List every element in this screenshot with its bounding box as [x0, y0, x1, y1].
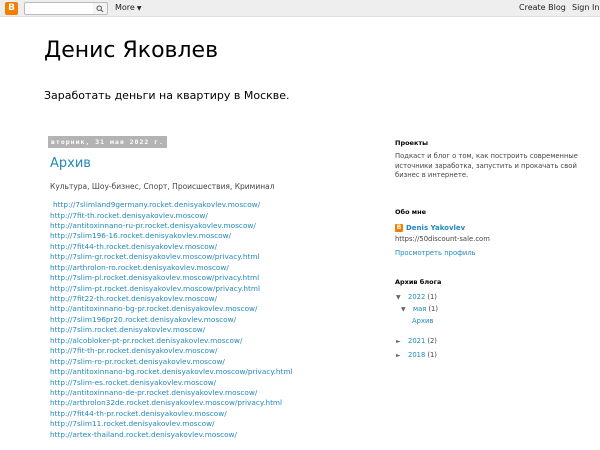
- post-link[interactable]: http://artex-thailand.rocket.denisyakovl…: [50, 430, 380, 440]
- post-link[interactable]: http://7slim11.rocket.denisyakovlev.mosc…: [50, 419, 380, 429]
- navbar-more-label: More: [115, 3, 135, 12]
- post-link[interactable]: http://7slim.rocket.denisyakovlev.moscow…: [50, 325, 380, 335]
- post-link[interactable]: http://7fit44-th-pr.rocket.denisyakovlev…: [50, 409, 380, 419]
- post-link[interactable]: http://7fit44-th.rocket.denisyakovlev.mo…: [50, 242, 380, 252]
- post-link[interactable]: http://7slim-pl.rocket.denisyakovlev.mos…: [50, 273, 380, 283]
- projects-title: Проекты: [395, 139, 429, 147]
- post-link[interactable]: http://antitoxinnano-bg-pr.rocket.denisy…: [50, 304, 380, 314]
- projects-text: Подкаст и блог о том, как построить совр…: [395, 152, 578, 179]
- navbar-search-button[interactable]: [93, 2, 108, 15]
- sign-in-link[interactable]: Sign In: [572, 3, 599, 12]
- navbar-more-menu[interactable]: More ▼: [115, 3, 141, 12]
- archive-year-2022[interactable]: ▼ 2022 (1): [396, 293, 437, 301]
- caret-down-icon: ▼: [136, 5, 142, 12]
- blogger-logo-icon[interactable]: B: [5, 2, 18, 15]
- archive-month-label[interactable]: мая: [413, 305, 426, 313]
- profile-site: https://50discount-sale.com: [395, 235, 490, 243]
- post-date-header: вторник, 31 мая 2022 г.: [48, 136, 168, 148]
- post-link[interactable]: http://7slimland9germany.rocket.denisyak…: [53, 199, 380, 211]
- archive-count: (1): [427, 293, 437, 301]
- about-widget: Обо мне B Denis Yakovlev https://50disco…: [395, 208, 585, 257]
- post-link[interactable]: http://antitoxinnano-bg.rocket.denisyako…: [50, 367, 380, 377]
- view-profile-link[interactable]: Просмотреть профиль: [395, 249, 585, 257]
- post-categories: Культура, Шоу-бизнес, Спорт, Происшестви…: [50, 182, 275, 191]
- post-link[interactable]: http://antitoxinnano-de-pr.rocket.denisy…: [50, 388, 380, 398]
- archive-year-label[interactable]: 2022: [408, 293, 425, 301]
- post-link[interactable]: http://7slim-pt.rocket.denisyakovlev.mos…: [50, 284, 380, 294]
- archive-month-may[interactable]: ▼ мая (1): [401, 305, 438, 313]
- post-title[interactable]: Архив: [50, 156, 91, 171]
- post-link[interactable]: http://arthrolon-ro.rocket.denisyakovlev…: [50, 263, 380, 273]
- post-link[interactable]: http://7slim196-16.rocket.denisyakovlev.…: [50, 231, 380, 241]
- profile-row: B Denis Yakovlev: [395, 224, 585, 232]
- post-link[interactable]: http://alcobloker-pt-pr.rocket.denisyako…: [50, 336, 380, 346]
- blog-description: Заработать деньги на квартиру в Москве.: [44, 89, 290, 102]
- archive-year-label[interactable]: 2021: [408, 337, 425, 345]
- blogger-navbar: B More ▼ Create Blog Sign In: [0, 0, 600, 17]
- post-link[interactable]: http://7slim-ro-pr.rocket.denisyakovlev.…: [50, 357, 380, 367]
- expand-triangle-icon[interactable]: ►: [396, 352, 408, 359]
- projects-widget: Проекты Подкаст и блог о том, как постро…: [395, 139, 585, 181]
- archive-count: (1): [428, 305, 439, 313]
- post-link-list: http://7slimland9germany.rocket.denisyak…: [50, 199, 380, 440]
- post-link[interactable]: http://7fit22-th.rocket.denisyakovlev.mo…: [50, 294, 380, 304]
- blog-title[interactable]: Денис Яковлев: [44, 38, 218, 63]
- archive-year-2021[interactable]: ► 2021 (2): [396, 337, 437, 345]
- about-title: Обо мне: [395, 208, 427, 216]
- search-icon: [96, 5, 104, 13]
- archive-count: (1): [427, 351, 437, 359]
- post-link[interactable]: http://antitoxinnano-ru-pr.rocket.denisy…: [50, 221, 380, 231]
- expand-triangle-icon[interactable]: ►: [396, 338, 408, 345]
- collapse-triangle-icon[interactable]: ▼: [396, 294, 408, 301]
- collapse-triangle-icon[interactable]: ▼: [401, 306, 413, 313]
- post-link[interactable]: http://7fit-th-pr.rocket.denisyakovlev.m…: [50, 346, 380, 356]
- archive-year-2018[interactable]: ► 2018 (1): [396, 351, 437, 359]
- profile-name-link[interactable]: Denis Yakovlev: [406, 224, 465, 232]
- create-blog-link[interactable]: Create Blog: [519, 3, 566, 12]
- post-link[interactable]: http://arthrolon32de.rocket.denisyakovle…: [50, 398, 380, 408]
- post-link[interactable]: http://7slim196pr20.rocket.denisyakovlev…: [50, 315, 380, 325]
- post-link[interactable]: http://7slim-es.rocket.denisyakovlev.mos…: [50, 378, 380, 388]
- post-link[interactable]: http://7fit-th.rocket.denisyakovlev.mosc…: [50, 211, 380, 221]
- archive-post-label[interactable]: Архив: [412, 317, 433, 325]
- blogger-profile-icon: B: [395, 224, 403, 232]
- archive-post-link[interactable]: Архив: [412, 317, 433, 325]
- archive-title: Архив блога: [395, 278, 442, 286]
- post-link[interactable]: http://7slim-gr.rocket.denisyakovlev.mos…: [50, 252, 380, 262]
- archive-year-label[interactable]: 2018: [408, 351, 425, 359]
- archive-count: (2): [427, 337, 437, 345]
